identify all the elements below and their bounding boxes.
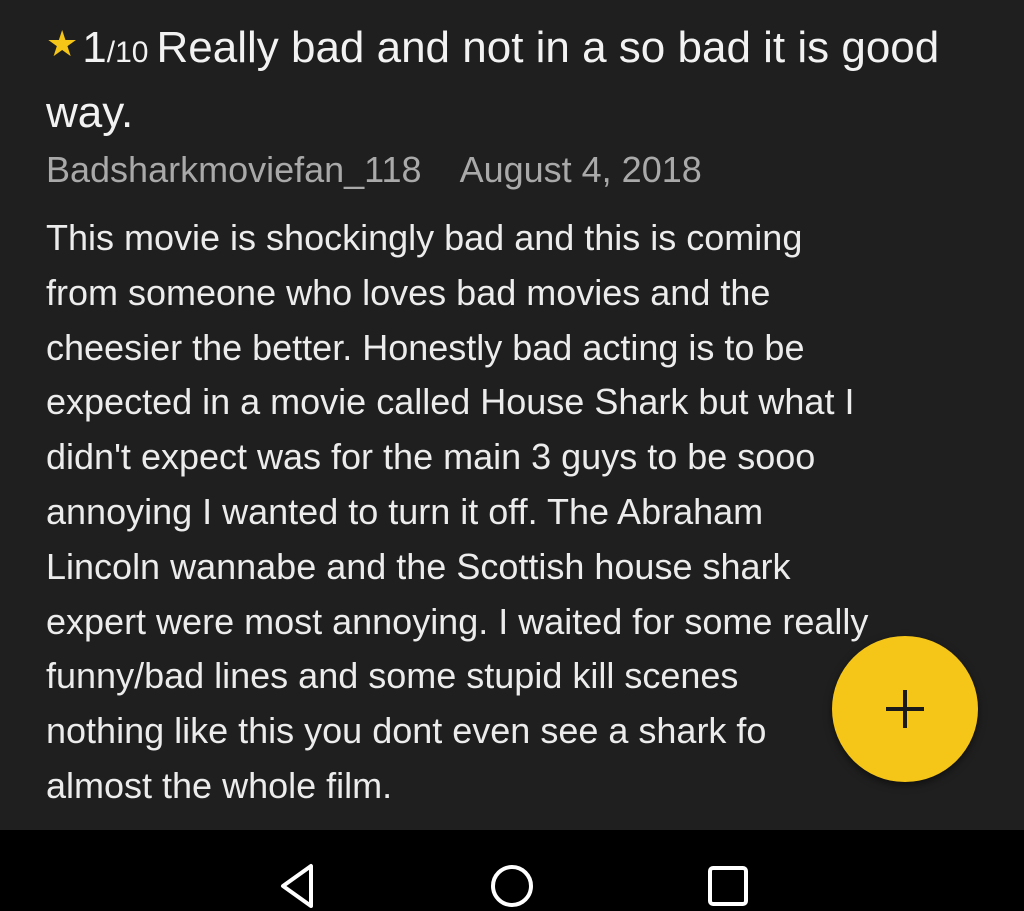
review-body-line: didn't expect was for the main 3 guys to… bbox=[46, 436, 816, 478]
back-button[interactable] bbox=[244, 830, 354, 911]
review-body-line: annoying I wanted to turn it off. The Ab… bbox=[46, 490, 764, 532]
review-body-line: This movie is shockingly bad and this is… bbox=[46, 217, 803, 258]
review-meta: Badsharkmoviefan_118 August 4, 2018 bbox=[46, 146, 702, 194]
rating-value: 1 bbox=[82, 23, 107, 72]
review-body-line: almost the whole film. bbox=[46, 764, 393, 806]
plus-icon bbox=[886, 690, 924, 728]
review-header: ★1/10 Really bad and not in a so bad it i… bbox=[46, 14, 976, 143]
recents-button[interactable] bbox=[673, 830, 783, 911]
system-navigation-bar bbox=[0, 830, 1024, 911]
recents-square-icon bbox=[708, 866, 748, 906]
rating-max: /10 bbox=[106, 36, 149, 69]
review-body-line: expert were most annoying. I waited for … bbox=[46, 600, 869, 642]
back-triangle-icon bbox=[281, 864, 313, 908]
review-body-line: Lincoln wannabe and the Scottish house s… bbox=[46, 545, 791, 587]
review-body-line: expected in a movie called House Shark b… bbox=[46, 381, 855, 423]
star-icon: ★ bbox=[46, 23, 79, 64]
review-author[interactable]: Badsharkmoviefan_118 bbox=[46, 149, 422, 190]
add-fab-button[interactable] bbox=[832, 636, 978, 782]
review-body-line: from someone who loves bad movies and th… bbox=[46, 271, 771, 313]
review-title: Really bad and not in a so bad it is goo… bbox=[46, 23, 940, 137]
review-body-line: cheesier the better. Honestly bad acting… bbox=[46, 326, 805, 368]
review-date: August 4, 2018 bbox=[459, 149, 702, 190]
home-button[interactable] bbox=[457, 830, 567, 911]
home-circle-icon bbox=[491, 865, 533, 907]
